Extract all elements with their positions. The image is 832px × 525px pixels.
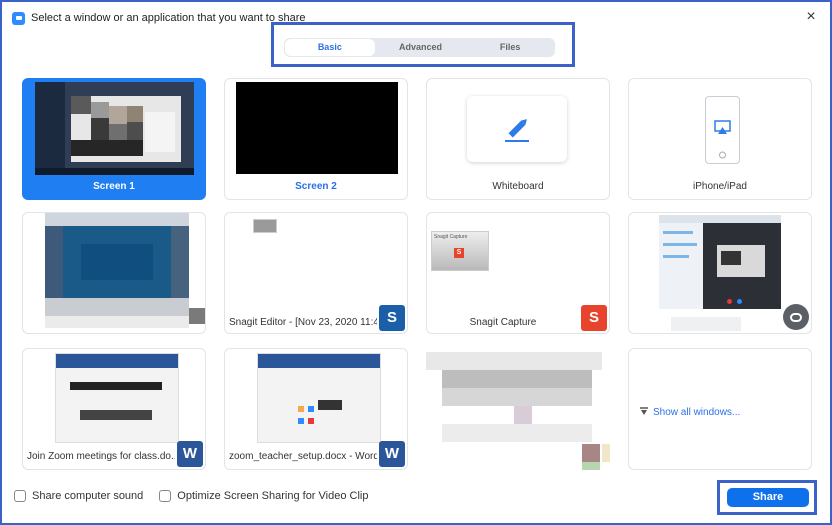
tile-screen-2[interactable]: Screen 2 [224,78,408,200]
blurred-app-thumbnail [426,352,610,470]
tile-show-all-windows[interactable]: Show all windows... [628,348,812,470]
share-tabs: Basic Advanced Files [284,38,555,57]
tile-snagit-editor[interactable]: Snagit Editor - [Nov 23, 2020 11:4... S [224,212,408,334]
screen-1-thumbnail [35,82,194,175]
tab-files[interactable]: Files [465,38,555,57]
iphone-label: iPhone/iPad [693,181,747,192]
whiteboard-thumbnail [467,96,567,162]
zoom-teacher-doc-thumbnail [257,353,381,443]
share-screen-dialog: Select a window or an application that y… [0,0,832,525]
share-button[interactable]: Share [727,488,809,507]
pencil-icon [505,119,529,142]
word-app-icon-2: W [379,441,405,467]
dialog-title: Select a window or an application that y… [31,12,306,24]
join-zoom-doc-label: Join Zoom meetings for class.do... [27,451,175,462]
zoom-teacher-doc-label: zoom_teacher_setup.docx - Word [229,451,377,462]
tile-zoom-chat-window[interactable] [628,212,812,334]
airplay-icon [714,120,731,159]
snagit-editor-thumbnail [253,219,277,233]
screen-1-label: Screen 1 [93,181,135,192]
snagit-capture-thumb-label: Snagit Capture [434,234,468,240]
tile-zoom-teacher-doc[interactable]: zoom_teacher_setup.docx - Word W [224,348,408,470]
tile-screen-1[interactable]: Screen 1 [22,78,206,200]
screen-2-label: Screen 2 [295,181,337,192]
show-all-windows-link[interactable]: Show all windows... [653,407,740,418]
snagit-editor-app-icon: S [379,305,405,331]
tile-iphone-ipad[interactable]: iPhone/iPad [628,78,812,200]
chat-bubble-icon [783,304,809,330]
snagit-capture-thumb-icon: S [454,248,464,258]
close-button[interactable]: × [802,6,820,28]
screen-2-thumbnail [236,82,398,174]
share-options: Share computer sound Optimize Screen Sha… [14,490,368,502]
tile-blurred-window[interactable] [22,212,206,334]
tab-advanced[interactable]: Advanced [376,38,466,57]
word-app-icon: W [177,441,203,467]
blurred-window-thumbnail [45,213,205,333]
tile-snagit-capture[interactable]: Snagit Capture S Snagit Capture S [426,212,610,334]
tab-basic[interactable]: Basic [285,39,375,56]
collapse-arrow-icon [640,407,648,415]
join-zoom-doc-thumbnail [55,353,179,443]
tile-whiteboard[interactable]: Whiteboard [426,78,610,200]
optimize-video-label: Optimize Screen Sharing for Video Clip [177,490,369,502]
snagit-capture-app-icon: S [581,305,607,331]
share-sound-checkbox[interactable] [14,490,26,502]
iphone-thumbnail [705,96,740,164]
optimize-video-checkbox[interactable] [159,490,172,502]
snagit-capture-label: Snagit Capture [469,317,537,328]
snagit-editor-label: Snagit Editor - [Nov 23, 2020 11:4... [229,317,377,328]
zoom-chat-label-blurred [671,317,741,331]
zoom-chat-thumbnail [659,215,781,309]
zoom-logo-icon [12,11,25,25]
tile-join-zoom-doc[interactable]: Join Zoom meetings for class.do... W [22,348,206,470]
share-sound-label: Share computer sound [32,490,144,502]
snagit-capture-thumbnail: Snagit Capture S [431,231,489,271]
whiteboard-label: Whiteboard [492,181,544,192]
tile-blurred-app[interactable] [426,348,610,470]
